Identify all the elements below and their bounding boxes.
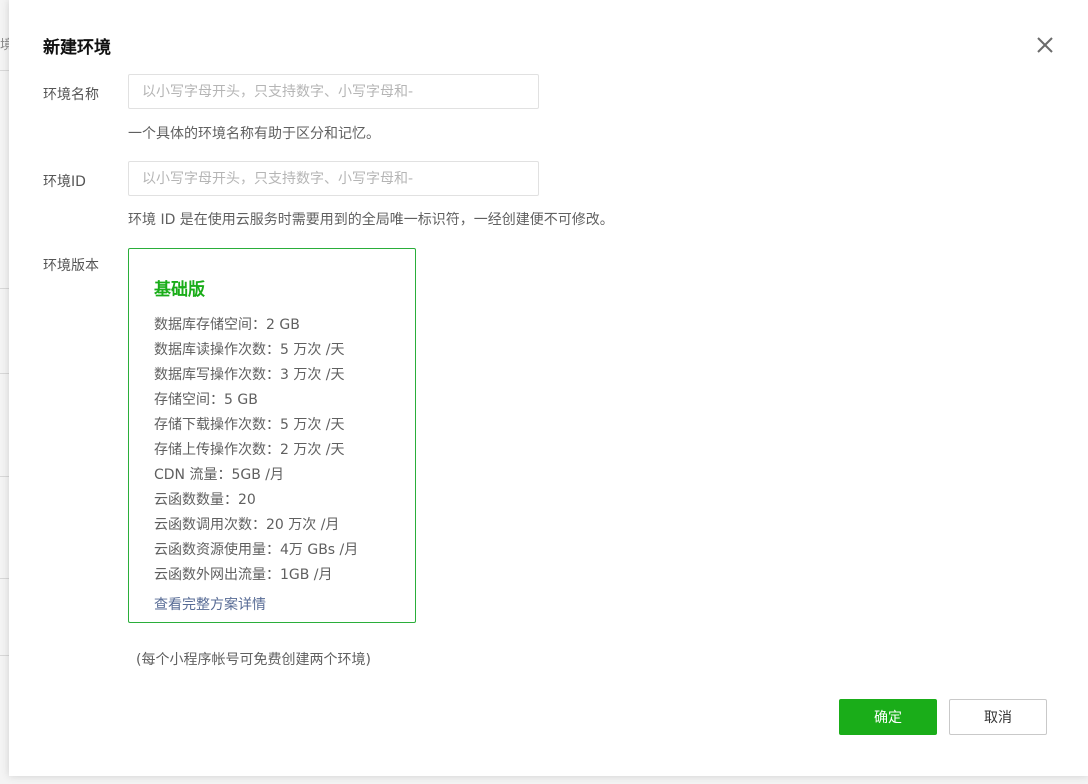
- dialog-title: 新建环境: [43, 38, 111, 58]
- env-id-input[interactable]: [128, 161, 539, 196]
- env-name-hint: 一个具体的环境名称有助于区分和记忆。: [128, 126, 380, 142]
- plan-feature-item: 云函数数量：20: [154, 492, 256, 508]
- plan-feature-item: 存储上传操作次数：2 万次 /天: [154, 442, 345, 458]
- env-id-label: 环境ID: [43, 174, 86, 190]
- plan-feature-item: 存储空间：5 GB: [154, 392, 258, 408]
- env-id-hint: 环境 ID 是在使用云服务时需要用到的全局唯一标识符，一经创建便不可修改。: [128, 212, 614, 228]
- create-environment-dialog: 新建环境 环境名称 一个具体的环境名称有助于区分和记忆。 环境ID 环境 ID …: [9, 0, 1088, 776]
- env-name-input[interactable]: [128, 74, 539, 109]
- background-divider: [0, 655, 9, 656]
- confirm-button[interactable]: 确定: [839, 699, 937, 735]
- background-divider: [0, 476, 9, 477]
- plan-feature-item: 数据库写操作次数：3 万次 /天: [154, 367, 345, 383]
- plan-name: 基础版: [154, 280, 205, 300]
- background-divider: [0, 373, 9, 374]
- plan-details-link[interactable]: 查看完整方案详情: [154, 594, 266, 614]
- plan-feature-item: 数据库读操作次数：5 万次 /天: [154, 342, 345, 358]
- plan-card-basic[interactable]: 基础版 数据库存储空间：2 GB 数据库读操作次数：5 万次 /天 数据库写操作…: [128, 248, 416, 623]
- cancel-button[interactable]: 取消: [949, 699, 1047, 735]
- plan-feature-item: 云函数外网出流量：1GB /月: [154, 567, 333, 583]
- plan-feature-item: 存储下载操作次数：5 万次 /天: [154, 417, 345, 433]
- background-divider: [0, 70, 9, 71]
- plan-feature-item: 云函数资源使用量：4万 GBs /月: [154, 542, 359, 558]
- background-divider: [0, 288, 9, 289]
- env-name-label: 环境名称: [43, 87, 99, 103]
- plan-feature-item: 云函数调用次数：20 万次 /月: [154, 517, 340, 533]
- close-icon: [1037, 37, 1053, 53]
- background-divider: [0, 578, 9, 579]
- plan-feature-item: CDN 流量：5GB /月: [154, 467, 285, 483]
- env-version-label: 环境版本: [43, 258, 99, 274]
- close-button[interactable]: [1034, 34, 1056, 56]
- plan-feature-item: 数据库存储空间：2 GB: [154, 317, 300, 333]
- environment-limit-note: (每个小程序帐号可免费创建两个环境): [136, 652, 371, 668]
- plan-feature-list: 数据库存储空间：2 GB 数据库读操作次数：5 万次 /天 数据库写操作次数：3…: [154, 315, 358, 590]
